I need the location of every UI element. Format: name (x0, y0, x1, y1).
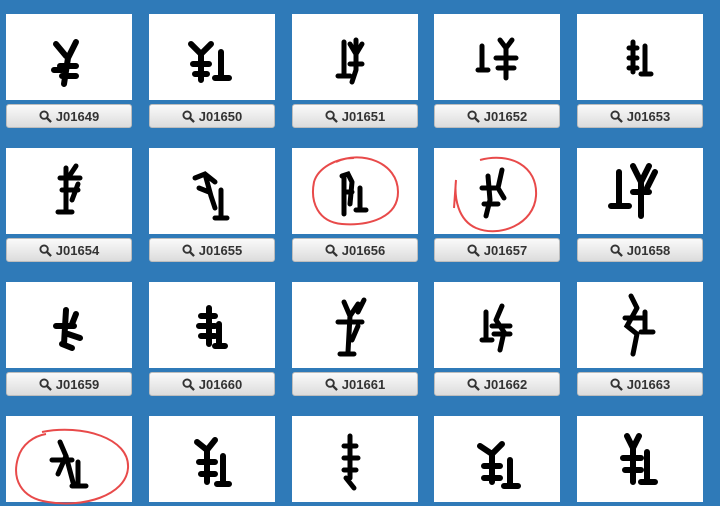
view-code-button[interactable]: J01659 (6, 372, 132, 396)
view-code-button[interactable]: J01662 (434, 372, 560, 396)
glyph-image (51, 39, 79, 87)
code-label: J01657 (483, 242, 528, 258)
code-label: J01661 (341, 376, 386, 392)
search-icon (467, 243, 480, 257)
search-icon (610, 243, 623, 257)
glyph-card[interactable] (6, 14, 132, 100)
search-icon (182, 109, 195, 123)
search-icon (39, 109, 52, 123)
search-icon (39, 377, 52, 391)
code-label: J01649 (55, 108, 100, 124)
glyph-image (335, 37, 365, 85)
search-icon (39, 243, 52, 257)
code-label: J01654 (55, 242, 100, 258)
search-icon (467, 109, 480, 123)
glyph-card[interactable] (149, 282, 275, 368)
glyph-image (194, 437, 232, 487)
glyph-card[interactable] (577, 282, 703, 368)
view-code-button[interactable]: J01661 (292, 372, 418, 396)
search-icon (467, 377, 480, 391)
search-icon (325, 243, 338, 257)
glyph-image (55, 163, 83, 215)
glyph-image (53, 307, 83, 351)
glyph-image (335, 297, 367, 357)
glyph-card[interactable] (6, 282, 132, 368)
view-code-button[interactable]: J01651 (292, 104, 418, 128)
glyph-card[interactable] (577, 14, 703, 100)
view-code-button[interactable]: J01660 (149, 372, 275, 396)
glyph-card[interactable] (149, 148, 275, 234)
glyph-image (49, 439, 89, 489)
glyph-card[interactable] (577, 416, 703, 502)
glyph-image (608, 163, 658, 219)
glyph-card[interactable] (434, 148, 560, 234)
code-label: J01650 (198, 108, 243, 124)
glyph-card[interactable] (149, 416, 275, 502)
search-icon (182, 377, 195, 391)
view-code-button[interactable]: J01655 (149, 238, 275, 262)
search-icon (325, 109, 338, 123)
search-icon (610, 109, 623, 123)
glyph-image (188, 41, 232, 83)
search-icon (182, 243, 195, 257)
code-label: J01651 (341, 108, 386, 124)
view-code-button[interactable]: J01657 (434, 238, 560, 262)
glyph-card[interactable] (577, 148, 703, 234)
glyph-image (196, 305, 228, 349)
glyph-image (192, 171, 230, 221)
glyph-card[interactable] (434, 282, 560, 368)
code-label: J01658 (626, 242, 671, 258)
view-code-button[interactable]: J01649 (6, 104, 132, 128)
glyph-card[interactable] (292, 14, 418, 100)
view-code-button[interactable]: J01650 (149, 104, 275, 128)
search-icon (325, 377, 338, 391)
glyph-card[interactable] (292, 282, 418, 368)
glyph-image (339, 170, 369, 217)
glyph-card[interactable] (149, 14, 275, 100)
glyph-image (479, 167, 507, 219)
glyph-image (341, 433, 361, 491)
glyph-card[interactable] (6, 416, 132, 502)
glyph-image (479, 303, 513, 353)
code-label: J01660 (198, 376, 243, 392)
code-label: J01653 (626, 108, 671, 124)
glyph-card[interactable] (292, 416, 418, 502)
code-label: J01655 (198, 242, 243, 258)
view-code-button[interactable]: J01663 (577, 372, 703, 396)
code-label: J01663 (626, 376, 671, 392)
glyph-card[interactable] (434, 416, 560, 502)
view-code-button[interactable]: J01654 (6, 238, 132, 262)
glyph-card[interactable] (434, 14, 560, 100)
glyph-image (620, 433, 658, 485)
view-code-button[interactable]: J01653 (577, 104, 703, 128)
glyph-image (622, 293, 656, 357)
glyph-image (626, 39, 654, 77)
code-label: J01659 (55, 376, 100, 392)
view-code-button[interactable]: J01652 (434, 104, 560, 128)
code-label: J01662 (483, 376, 528, 392)
glyph-image (475, 37, 519, 81)
glyph-image (477, 441, 521, 489)
view-code-button[interactable]: J01656 (292, 238, 418, 262)
glyph-card[interactable] (292, 148, 418, 234)
character-grid: J01649 J01650 J01651 J01652 J01653 J0165… (0, 0, 720, 505)
search-icon (610, 377, 623, 391)
code-label: J01652 (483, 108, 528, 124)
glyph-card[interactable] (6, 148, 132, 234)
view-code-button[interactable]: J01658 (577, 238, 703, 262)
code-label: J01656 (341, 242, 386, 258)
